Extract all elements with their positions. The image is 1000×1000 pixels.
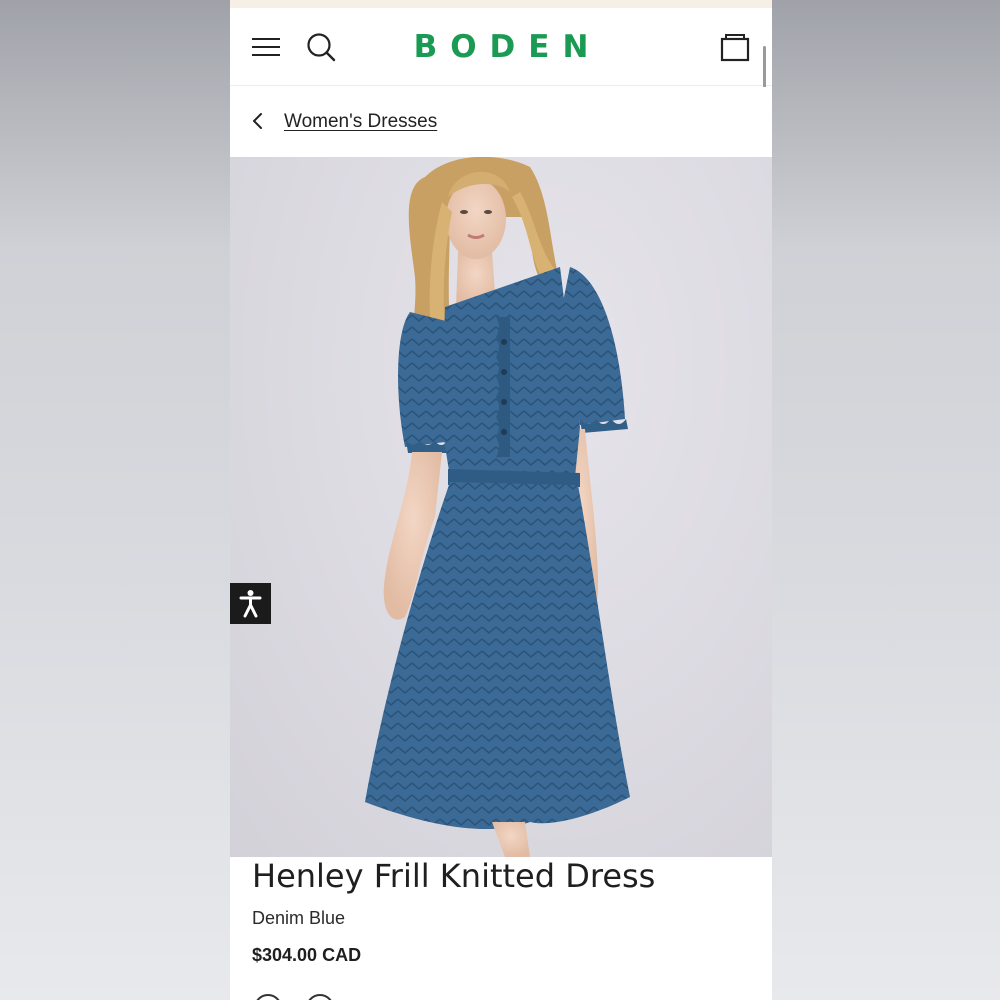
color-swatch[interactable]	[254, 994, 282, 1000]
menu-icon[interactable]	[252, 38, 280, 58]
background-blur-right	[772, 0, 1000, 1000]
accessibility-button[interactable]	[230, 583, 271, 624]
phone-screen: BODEN Women's Dresses Henley Frill Knitt…	[230, 0, 772, 1000]
accessibility-icon	[239, 590, 262, 618]
promo-strip	[230, 0, 772, 8]
search-icon[interactable]	[306, 32, 336, 62]
product-title: Henley Frill Knitted Dress	[252, 857, 656, 895]
color-swatch[interactable]	[306, 994, 334, 1000]
brand-logo[interactable]: BODEN	[380, 26, 622, 68]
color-swatches	[254, 994, 334, 1000]
site-header: BODEN	[230, 8, 772, 86]
model-illustration	[365, 157, 630, 857]
bag-icon[interactable]	[720, 32, 750, 62]
breadcrumb: Women's Dresses	[230, 87, 772, 157]
product-color-name: Denim Blue	[252, 908, 346, 928]
breadcrumb-link-womens-dresses[interactable]: Women's Dresses	[284, 111, 437, 133]
product-image[interactable]	[230, 157, 772, 857]
background-blur-left	[0, 0, 230, 1000]
chevron-left-icon[interactable]	[250, 111, 266, 131]
product-price: $304.00 CAD	[252, 945, 362, 965]
